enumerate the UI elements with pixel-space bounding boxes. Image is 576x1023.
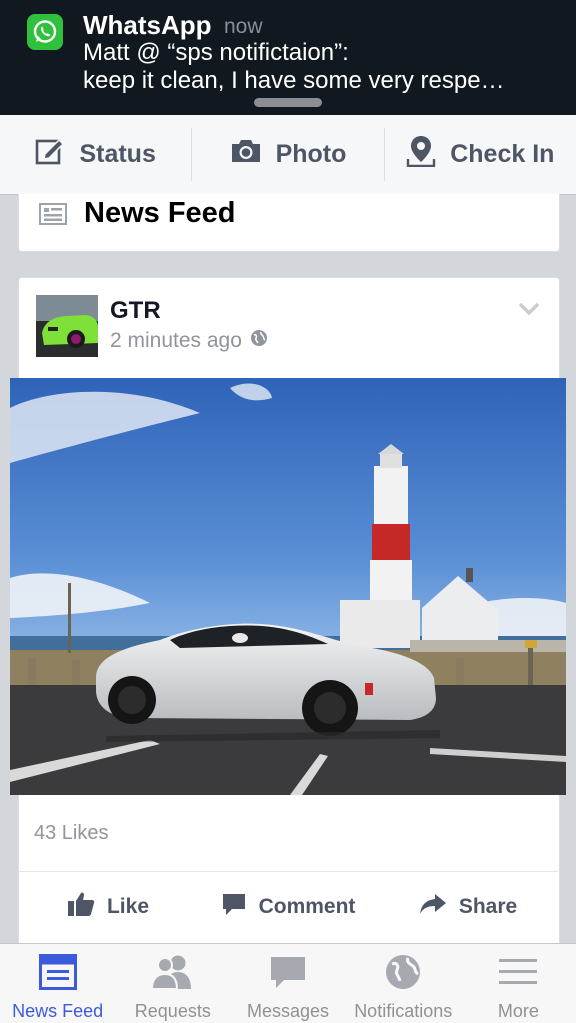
messages-icon xyxy=(269,954,307,995)
status-label: Status xyxy=(79,140,156,168)
post-author[interactable]: GTR xyxy=(110,297,161,325)
photo-button[interactable]: Photo xyxy=(192,115,383,194)
notification-message: keep it clean, I have some very respe… xyxy=(83,67,505,94)
notifications-icon xyxy=(384,954,422,995)
tab-label: News Feed xyxy=(12,1001,104,1021)
tab-label: Messages xyxy=(246,1001,330,1021)
photo-label: Photo xyxy=(275,140,347,168)
comment-icon xyxy=(221,892,247,922)
news-feed-icon xyxy=(38,954,77,995)
whatsapp-icon xyxy=(27,14,63,50)
tab-bar: News Feed Requests Messages Notification… xyxy=(0,943,576,1023)
tab-requests[interactable]: Requests xyxy=(115,944,230,1023)
globe-icon xyxy=(250,329,268,353)
notification-title: Matt @ “sps notifictaion”: xyxy=(83,39,349,66)
share-arrow-icon xyxy=(419,893,447,921)
thumbs-up-icon xyxy=(67,891,95,923)
post-actions: Like Comment Share xyxy=(18,872,558,942)
like-button[interactable]: Like xyxy=(18,872,198,942)
tab-notifications[interactable]: Notifications xyxy=(346,944,461,1023)
likes-count[interactable]: 43 Likes xyxy=(34,822,109,845)
notification-time: now xyxy=(224,15,263,38)
share-button[interactable]: Share xyxy=(378,872,558,942)
edit-icon xyxy=(35,136,65,173)
camera-icon xyxy=(230,138,262,171)
tab-news-feed[interactable]: News Feed xyxy=(0,944,115,1023)
composer-bar: Status Photo Check In xyxy=(0,115,576,195)
like-label: Like xyxy=(106,895,150,918)
news-feed-header: News Feed xyxy=(18,194,560,252)
check-in-label: Check In xyxy=(450,140,555,168)
notification-banner[interactable]: WhatsApp now Matt @ “sps notifictaion”: … xyxy=(0,0,576,115)
status-button[interactable]: Status xyxy=(0,115,191,194)
news-feed-list-icon xyxy=(39,202,67,231)
more-icon xyxy=(498,954,538,995)
requests-icon xyxy=(150,954,196,995)
tab-more[interactable]: More xyxy=(461,944,576,1023)
notification-grabber[interactable] xyxy=(254,98,322,107)
check-in-button[interactable]: Check In xyxy=(385,115,576,194)
comment-button[interactable]: Comment xyxy=(198,872,378,942)
avatar[interactable] xyxy=(36,295,98,357)
comment-label: Comment xyxy=(258,895,356,918)
page-title: News Feed xyxy=(84,197,236,229)
post-timestamp: 2 minutes ago xyxy=(110,329,268,353)
tab-label: More xyxy=(497,1001,539,1021)
post-photo[interactable] xyxy=(10,378,566,795)
chevron-down-icon[interactable] xyxy=(518,302,540,321)
tab-label: Notifications xyxy=(354,1001,453,1021)
tab-messages[interactable]: Messages xyxy=(230,944,345,1023)
location-pin-icon xyxy=(406,135,436,174)
tab-label: Requests xyxy=(134,1001,211,1021)
notification-app-name: WhatsApp xyxy=(83,10,212,40)
post-time-text: 2 minutes ago xyxy=(110,329,242,352)
share-label: Share xyxy=(458,895,518,918)
